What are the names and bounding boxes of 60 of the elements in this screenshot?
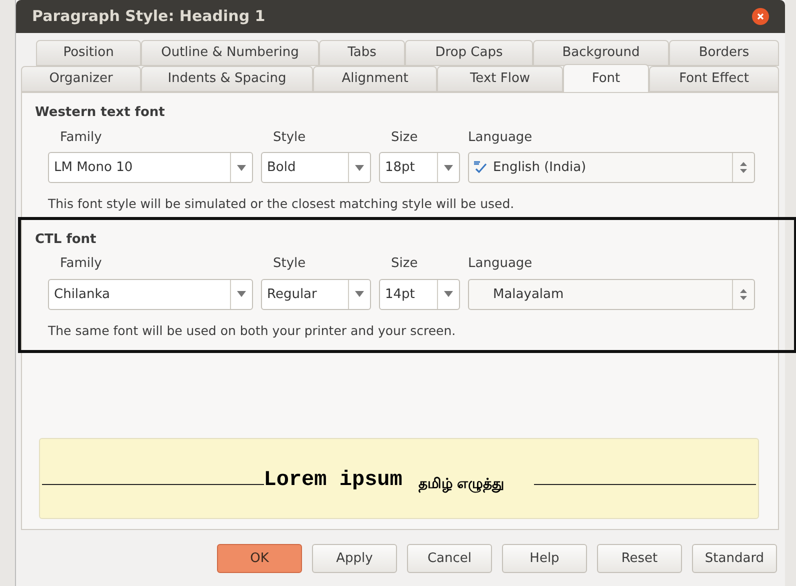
tab[interactable]: Position bbox=[36, 40, 141, 66]
dialog-button[interactable]: Reset bbox=[597, 544, 682, 573]
language-selector[interactable]: English (India) bbox=[468, 152, 755, 183]
tab[interactable]: Alignment bbox=[313, 66, 437, 92]
field-label: Style bbox=[272, 255, 307, 274]
tab[interactable]: Font Effect bbox=[649, 66, 779, 92]
spinner-arrows-icon bbox=[740, 162, 747, 173]
combo-value: Bold bbox=[266, 158, 297, 177]
window-title: Paragraph Style: Heading 1 bbox=[32, 6, 266, 28]
spinner-arrows-icon bbox=[740, 288, 747, 300]
language-selector[interactable]: Malayalam bbox=[468, 278, 755, 310]
tab[interactable]: Background bbox=[533, 40, 669, 66]
language-value: English (India) bbox=[493, 158, 588, 177]
language-value: Malayalam bbox=[493, 286, 565, 304]
dropdown-arrow-icon bbox=[237, 291, 246, 298]
dialog-button[interactable]: Cancel bbox=[407, 544, 492, 573]
dropdown-arrow-icon bbox=[355, 291, 364, 298]
tab[interactable]: Text Flow bbox=[437, 66, 563, 92]
section-title: Western text font bbox=[35, 104, 166, 122]
close-icon bbox=[757, 13, 764, 20]
combo-value: 18pt bbox=[384, 158, 416, 177]
style-combo[interactable]: Regular bbox=[261, 278, 371, 310]
family-combo[interactable]: LM Mono 10 bbox=[48, 152, 253, 183]
dropdown-arrow-icon bbox=[237, 164, 246, 170]
tab[interactable]: Font bbox=[563, 64, 649, 92]
preview-text: தமிழ் எழுத்து bbox=[418, 477, 504, 491]
dialog-button[interactable]: Apply bbox=[312, 544, 397, 573]
field-label: Family bbox=[59, 255, 103, 274]
size-combo[interactable]: 18pt bbox=[379, 152, 460, 183]
tab[interactable]: Borders bbox=[669, 40, 779, 66]
spellcheck-icon bbox=[473, 161, 489, 174]
dialog-button[interactable]: OK bbox=[217, 544, 302, 573]
combo-value: LM Mono 10 bbox=[53, 158, 134, 177]
combo-value: Chilanka bbox=[53, 286, 112, 304]
tab[interactable]: Organizer bbox=[21, 66, 141, 92]
section-title: CTL font bbox=[35, 230, 98, 249]
combo-value: 14pt bbox=[384, 286, 416, 304]
tab[interactable]: Drop Caps bbox=[405, 40, 533, 66]
field-label: Language bbox=[468, 255, 534, 274]
field-label: Size bbox=[390, 255, 419, 274]
dropdown-arrow-icon bbox=[444, 291, 453, 298]
combo-value: Regular bbox=[266, 286, 318, 304]
family-combo[interactable]: Chilanka bbox=[48, 278, 253, 310]
size-combo[interactable]: 14pt bbox=[379, 278, 460, 310]
field-label: Style bbox=[272, 128, 307, 146]
field-label: Size bbox=[390, 128, 419, 146]
dialog-button[interactable]: Standard bbox=[692, 544, 777, 573]
dropdown-arrow-icon bbox=[355, 164, 364, 170]
preview-text: Lorem ipsum bbox=[264, 470, 402, 491]
tab[interactable]: Tabs bbox=[319, 40, 405, 66]
field-label: Family bbox=[59, 128, 103, 146]
style-combo[interactable]: Bold bbox=[261, 152, 371, 183]
info-text: The same font will be used on both your printer and your screen. bbox=[47, 322, 457, 340]
tab[interactable]: Indents & Spacing bbox=[141, 66, 313, 92]
field-label: Language bbox=[468, 128, 534, 146]
info-text: This font style will be simulated or the closest matching style will be used. bbox=[47, 195, 516, 213]
dropdown-arrow-icon bbox=[444, 164, 453, 170]
dialog-button[interactable]: Help bbox=[502, 544, 587, 573]
tab[interactable]: Outline & Numbering bbox=[141, 40, 319, 66]
close-button[interactable] bbox=[752, 8, 769, 25]
